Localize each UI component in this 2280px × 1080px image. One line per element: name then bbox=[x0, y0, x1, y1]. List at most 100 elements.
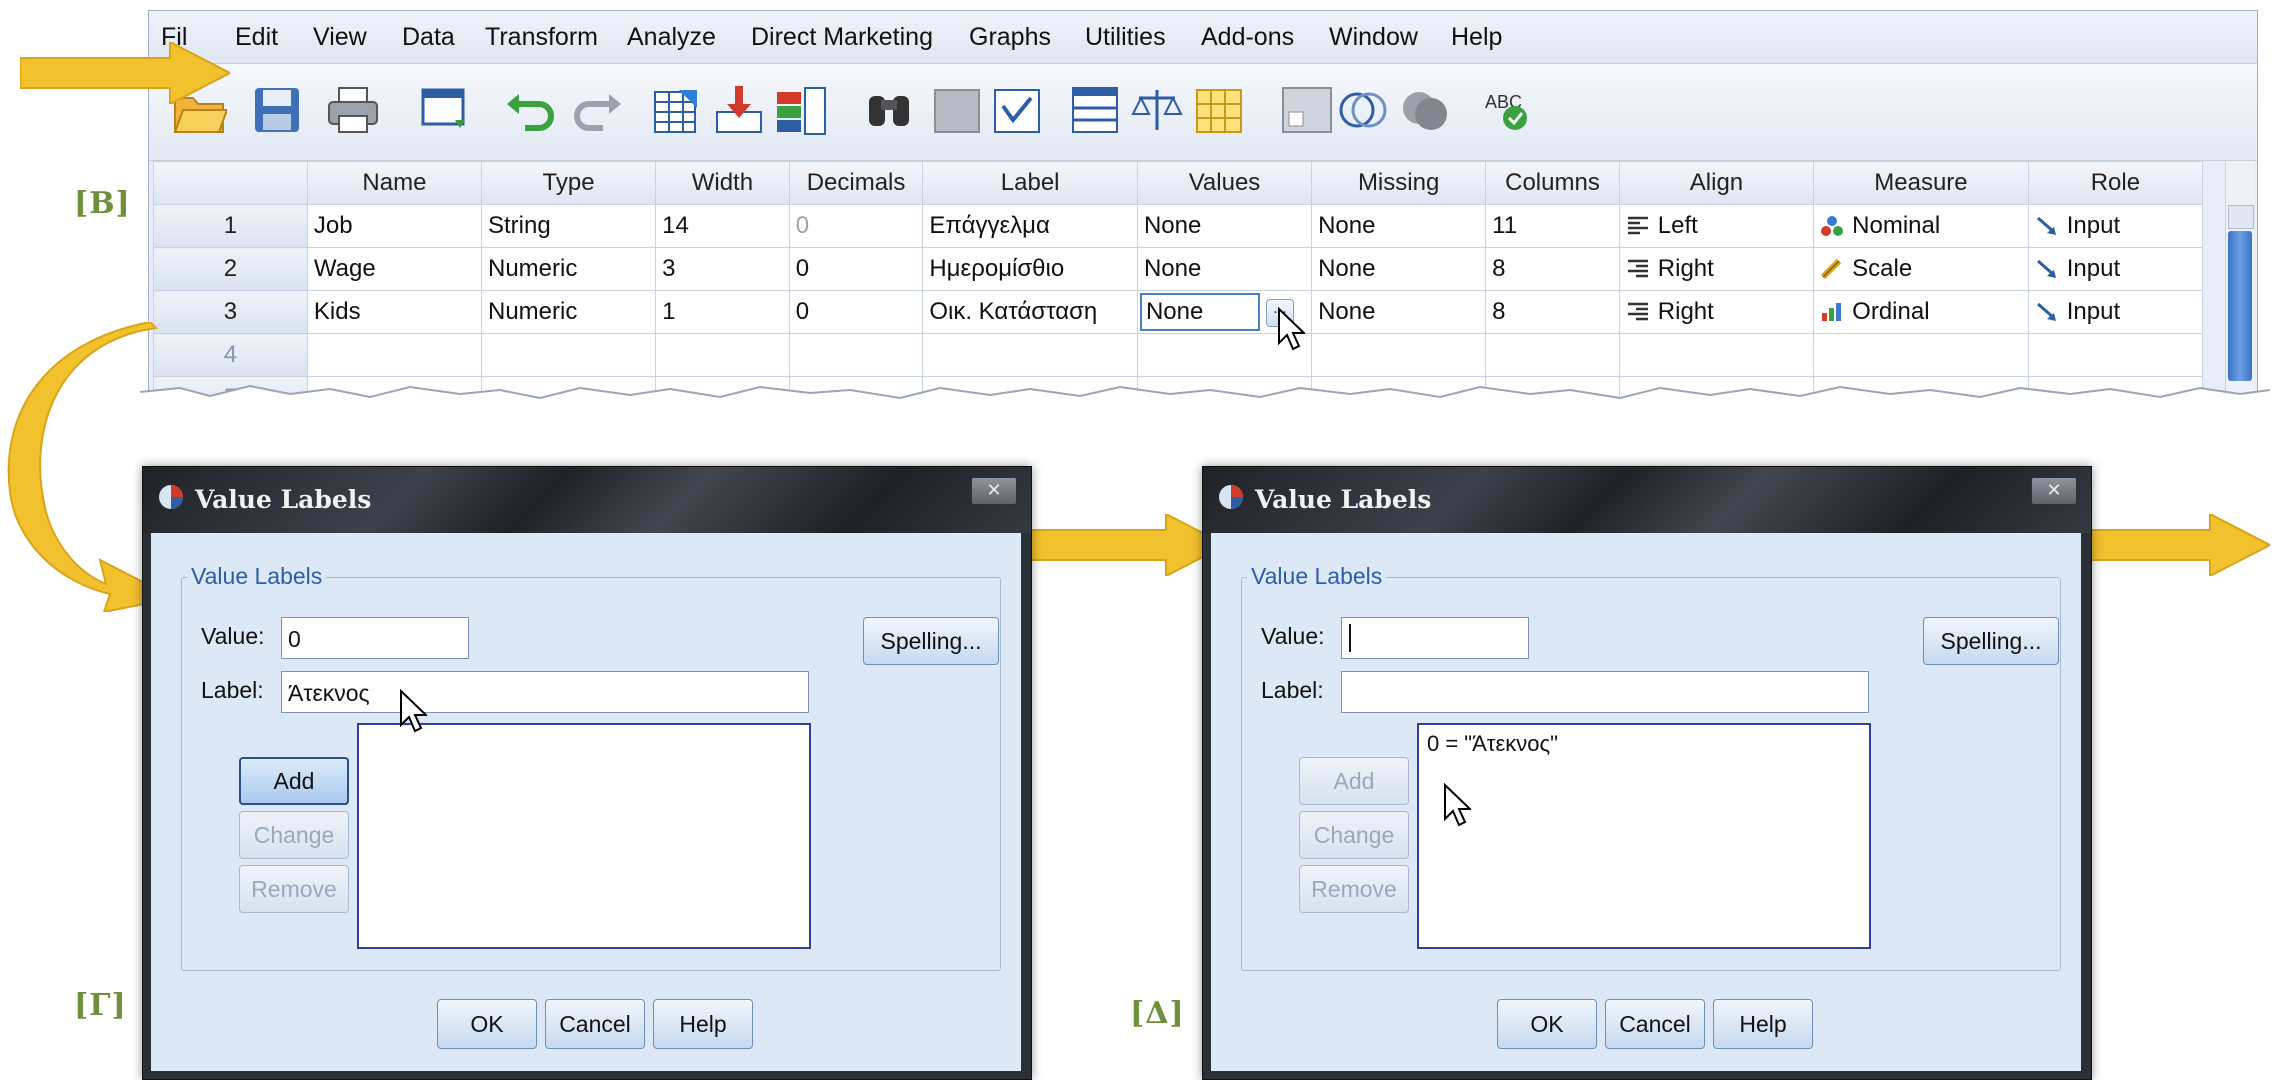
insert-variable-icon[interactable] bbox=[989, 82, 1045, 138]
cell-name[interactable]: Job bbox=[306, 204, 482, 248]
empty-cell[interactable] bbox=[922, 333, 1138, 377]
column-header-missing[interactable]: Missing bbox=[1311, 161, 1487, 205]
menu-graphs[interactable]: Graphs bbox=[969, 23, 1051, 52]
column-header-name[interactable]: Name bbox=[306, 161, 482, 205]
ok-button[interactable]: OK bbox=[1497, 999, 1597, 1049]
list-item[interactable]: 0 = "Άτεκνος" bbox=[1427, 731, 1861, 757]
close-icon[interactable]: ✕ bbox=[2031, 477, 2077, 505]
vertical-scrollbar[interactable] bbox=[2225, 161, 2254, 409]
cell-width[interactable]: 14 bbox=[655, 204, 790, 248]
empty-cell[interactable] bbox=[1813, 333, 2029, 377]
cell-values[interactable]: None bbox=[1136, 204, 1313, 248]
cell-columns[interactable]: 8 bbox=[1485, 247, 1620, 291]
column-header-columns[interactable]: Columns bbox=[1485, 161, 1620, 205]
cell-decimals[interactable]: 0 bbox=[788, 247, 924, 291]
cell-columns[interactable]: 11 bbox=[1485, 204, 1620, 248]
scroll-up-button[interactable] bbox=[2228, 205, 2254, 229]
column-header-decimals[interactable]: Decimals bbox=[788, 161, 924, 205]
print-icon[interactable] bbox=[325, 82, 381, 138]
cell-decimals[interactable]: 0 bbox=[788, 290, 924, 334]
menu-view[interactable]: View bbox=[313, 23, 367, 52]
column-header-type[interactable]: Type bbox=[480, 161, 657, 205]
show-all-variables-icon[interactable] bbox=[1397, 82, 1453, 138]
cell-values[interactable]: None bbox=[1136, 247, 1313, 291]
find-icon[interactable] bbox=[861, 82, 917, 138]
value-input[interactable] bbox=[1341, 617, 1529, 659]
menu-utilities[interactable]: Utilities bbox=[1085, 23, 1166, 52]
cell-label[interactable]: Ημερομίσθιο bbox=[922, 247, 1138, 291]
cell-type[interactable]: String bbox=[480, 204, 657, 248]
empty-cell[interactable] bbox=[1485, 333, 1620, 377]
empty-cell[interactable] bbox=[1311, 333, 1487, 377]
cancel-button[interactable]: Cancel bbox=[545, 999, 645, 1049]
column-header-label[interactable]: Label bbox=[922, 161, 1138, 205]
label-input[interactable]: Άτεκνος bbox=[281, 671, 809, 713]
column-header-values[interactable]: Values bbox=[1136, 161, 1313, 205]
add-button[interactable]: Add bbox=[239, 757, 349, 805]
column-header-width[interactable]: Width bbox=[655, 161, 790, 205]
variables-icon[interactable] bbox=[773, 82, 829, 138]
cell-type[interactable]: Numeric bbox=[480, 290, 657, 334]
cancel-button[interactable]: Cancel bbox=[1605, 999, 1705, 1049]
menu-direct-marketing[interactable]: Direct Marketing bbox=[751, 23, 933, 52]
use-sets-icon[interactable] bbox=[1335, 82, 1391, 138]
menu-window[interactable]: Window bbox=[1329, 23, 1418, 52]
cell-role[interactable]: Input bbox=[2027, 247, 2204, 291]
help-button[interactable]: Help bbox=[1713, 999, 1813, 1049]
spelling-button[interactable]: Spelling... bbox=[1923, 617, 2059, 665]
cell-missing[interactable]: None bbox=[1311, 247, 1487, 291]
column-header-align[interactable]: Align bbox=[1618, 161, 1815, 205]
ok-button[interactable]: OK bbox=[437, 999, 537, 1049]
menu-analyze[interactable]: Analyze bbox=[627, 23, 716, 52]
cell-label[interactable]: Επάγγελμα bbox=[922, 204, 1138, 248]
cell-measure[interactable]: Ordinal bbox=[1813, 290, 2029, 334]
undo-icon[interactable] bbox=[503, 82, 559, 138]
weight-cases-icon[interactable] bbox=[1129, 82, 1185, 138]
cell-type[interactable]: Numeric bbox=[480, 247, 657, 291]
scroll-thumb[interactable] bbox=[2228, 231, 2252, 381]
cell-missing[interactable]: None bbox=[1311, 204, 1487, 248]
goto-variable-icon[interactable] bbox=[711, 82, 767, 138]
empty-cell[interactable] bbox=[1618, 333, 1815, 377]
cell-columns[interactable]: 8 bbox=[1485, 290, 1620, 334]
cell-name[interactable]: Kids bbox=[306, 290, 482, 334]
menu-add-ons[interactable]: Add-ons bbox=[1201, 23, 1294, 52]
goto-case-icon[interactable] bbox=[649, 82, 705, 138]
cell-measure[interactable]: Nominal bbox=[1813, 204, 2029, 248]
empty-cell[interactable] bbox=[306, 333, 482, 377]
select-cases-icon[interactable] bbox=[1191, 82, 1247, 138]
label-input[interactable] bbox=[1341, 671, 1869, 713]
column-header-measure[interactable]: Measure bbox=[1813, 161, 2029, 205]
value-labels-icon[interactable] bbox=[1279, 82, 1335, 138]
empty-cell[interactable] bbox=[480, 333, 657, 377]
cell-align[interactable]: Right bbox=[1618, 290, 1815, 334]
value-input[interactable]: 0 bbox=[281, 617, 469, 659]
menu-transform[interactable]: Transform bbox=[485, 23, 598, 52]
cell-align[interactable]: Right bbox=[1618, 247, 1815, 291]
empty-cell[interactable] bbox=[2027, 333, 2204, 377]
cell-measure[interactable]: Scale bbox=[1813, 247, 2029, 291]
cell-label[interactable]: Οικ. Κατάσταση bbox=[922, 290, 1138, 334]
column-header-role[interactable]: Role bbox=[2027, 161, 2204, 205]
split-file-icon[interactable] bbox=[1067, 82, 1123, 138]
cell-width[interactable]: 3 bbox=[655, 247, 790, 291]
empty-cell[interactable] bbox=[655, 333, 790, 377]
cell-role[interactable]: Input bbox=[2027, 290, 2204, 334]
cell-missing[interactable]: None bbox=[1311, 290, 1487, 334]
cell-width[interactable]: 1 bbox=[655, 290, 790, 334]
spelling-button[interactable]: Spelling... bbox=[863, 617, 999, 665]
cell-align[interactable]: Left bbox=[1618, 204, 1815, 248]
menu-edit[interactable]: Edit bbox=[235, 23, 278, 52]
row-number[interactable]: 2 bbox=[153, 247, 308, 291]
value-labels-list[interactable]: 0 = "Άτεκνος" bbox=[1417, 723, 1871, 949]
dialog-recall-icon[interactable] bbox=[417, 82, 473, 138]
menu-data[interactable]: Data bbox=[402, 23, 455, 52]
cell-role[interactable]: Input bbox=[2027, 204, 2204, 248]
row-number[interactable]: 1 bbox=[153, 204, 308, 248]
cell-decimals[interactable]: 0 bbox=[788, 204, 924, 248]
empty-cell[interactable] bbox=[788, 333, 924, 377]
value-labels-list[interactable] bbox=[357, 723, 811, 949]
spelling-icon[interactable]: ABC bbox=[1479, 82, 1535, 138]
menu-help[interactable]: Help bbox=[1451, 23, 1502, 52]
save-icon[interactable] bbox=[249, 82, 305, 138]
